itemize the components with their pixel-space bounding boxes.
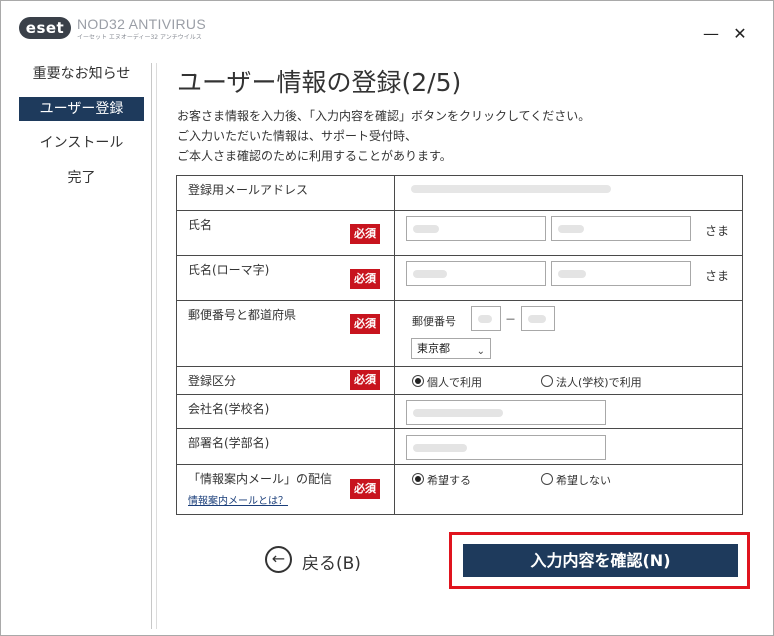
minimize-icon[interactable]: — [700,23,722,45]
postal-code-first-input[interactable] [471,306,501,331]
sidebar-divider-inner [156,63,157,629]
form-row-newsletter: 「情報案内メール」の配信 情報案内メールとは？ 必須 希望する 希望しない [177,464,742,514]
name-suffix: さま [705,224,730,238]
label-cell: 部署名(学部名) [177,429,395,464]
sidebar-item-user-registration[interactable]: ユーザー登録 [19,97,144,121]
postal-code-second-input[interactable] [521,306,555,331]
newsletter-no-radio[interactable] [541,473,553,485]
page-title: ユーザー情報の登録(2/5) [177,68,462,97]
sidebar-item-notice[interactable]: 重要なお知らせ [19,62,144,86]
corporate-radio-label[interactable]: 法人(学校)で利用 [556,374,642,390]
registration-form: 登録用メールアドレス 氏名 必須 さま 氏名(ローマ字) 必須 さま 郵便番号と… [176,175,743,515]
first-name-input[interactable] [551,216,691,241]
close-icon[interactable]: ✕ [729,23,751,45]
name-label: 氏名 [188,218,213,232]
name-roman-label: 氏名(ローマ字) [188,263,270,277]
newsletter-label: 「情報案内メール」の配信 [188,472,333,486]
department-label: 部署名(学部名) [188,436,270,450]
prefecture-select[interactable]: 東京都 ⌄ [411,338,491,359]
form-row-email: 登録用メールアドレス [177,176,742,210]
last-name-roman-input[interactable] [406,261,546,286]
email-label: 登録用メールアドレス [188,183,309,197]
newsletter-no-label[interactable]: 希望しない [556,472,611,488]
description-line-2: ご入力いただいた情報は、サポート受付時、 [177,129,418,143]
label-cell: 氏名 必須 [177,211,395,255]
department-input[interactable] [406,435,606,460]
postal-code-label: 郵便番号 [412,315,456,328]
email-value [411,185,611,193]
back-button-label: 戻る(B) [302,554,361,574]
form-row-registration-type: 登録区分 必須 個人で利用 法人(学校)で利用 [177,366,742,394]
required-badge: 必須 [350,370,380,390]
postal-dash: － [505,313,516,326]
company-input[interactable] [406,400,606,425]
personal-radio[interactable] [412,375,424,387]
company-label: 会社名(学校名) [188,402,270,416]
arrow-left-icon: ← [265,546,292,573]
required-badge: 必須 [350,224,380,244]
newsletter-help-link[interactable]: 情報案内メールとは？ [188,492,288,507]
label-cell: 登録用メールアドレス [177,176,395,210]
step-sidebar: 重要なお知らせ ユーザー登録 インストール 完了 [1,53,151,636]
sidebar-item-complete[interactable]: 完了 [19,166,144,190]
prefecture-value: 東京都 [417,342,450,355]
form-row-name: 氏名 必須 さま [177,210,742,255]
description-line-3: ご本人さま確認のために利用することがあります。 [177,149,452,163]
installer-window: eset NOD32 ANTIVIRUS イーセット エヌオーディー32 アンチ… [0,0,774,636]
eset-logo: eset [19,17,71,39]
form-row-name-roman: 氏名(ローマ字) 必須 さま [177,255,742,300]
label-cell: 「情報案内メール」の配信 情報案内メールとは？ 必須 [177,465,395,514]
label-cell: 郵便番号と都道府県 必須 [177,301,395,366]
form-row-department: 部署名(学部名) [177,428,742,464]
product-name: NOD32 ANTIVIRUS [77,16,206,32]
label-cell: 会社名(学校名) [177,395,395,428]
title-bar: eset NOD32 ANTIVIRUS イーセット エヌオーディー32 アンチ… [1,1,773,53]
form-row-company: 会社名(学校名) [177,394,742,428]
product-subtitle: イーセット エヌオーディー32 アンチウイルス [77,34,202,41]
newsletter-yes-radio[interactable] [412,473,424,485]
required-badge: 必須 [350,479,380,499]
required-badge: 必須 [350,314,380,334]
sidebar-divider [151,63,152,629]
confirm-button[interactable]: 入力内容を確認(N) [463,544,738,577]
chevron-down-icon: ⌄ [476,346,485,357]
label-cell: 氏名(ローマ字) 必須 [177,256,395,300]
last-name-input[interactable] [406,216,546,241]
corporate-radio[interactable] [541,375,553,387]
description-line-1: お客さま情報を入力後、「入力内容を確認」ボタンをクリックしてください。 [177,109,591,123]
newsletter-yes-label[interactable]: 希望する [427,472,471,488]
label-cell: 登録区分 必須 [177,367,395,394]
registration-type-label: 登録区分 [188,374,237,388]
sidebar-item-install[interactable]: インストール [19,131,144,155]
form-row-postal: 郵便番号と都道府県 必須 郵便番号 － 東京都 ⌄ [177,300,742,366]
required-badge: 必須 [350,269,380,289]
name-roman-suffix: さま [705,269,730,283]
first-name-roman-input[interactable] [551,261,691,286]
postal-label: 郵便番号と都道府県 [188,308,297,322]
personal-radio-label[interactable]: 個人で利用 [427,374,482,390]
